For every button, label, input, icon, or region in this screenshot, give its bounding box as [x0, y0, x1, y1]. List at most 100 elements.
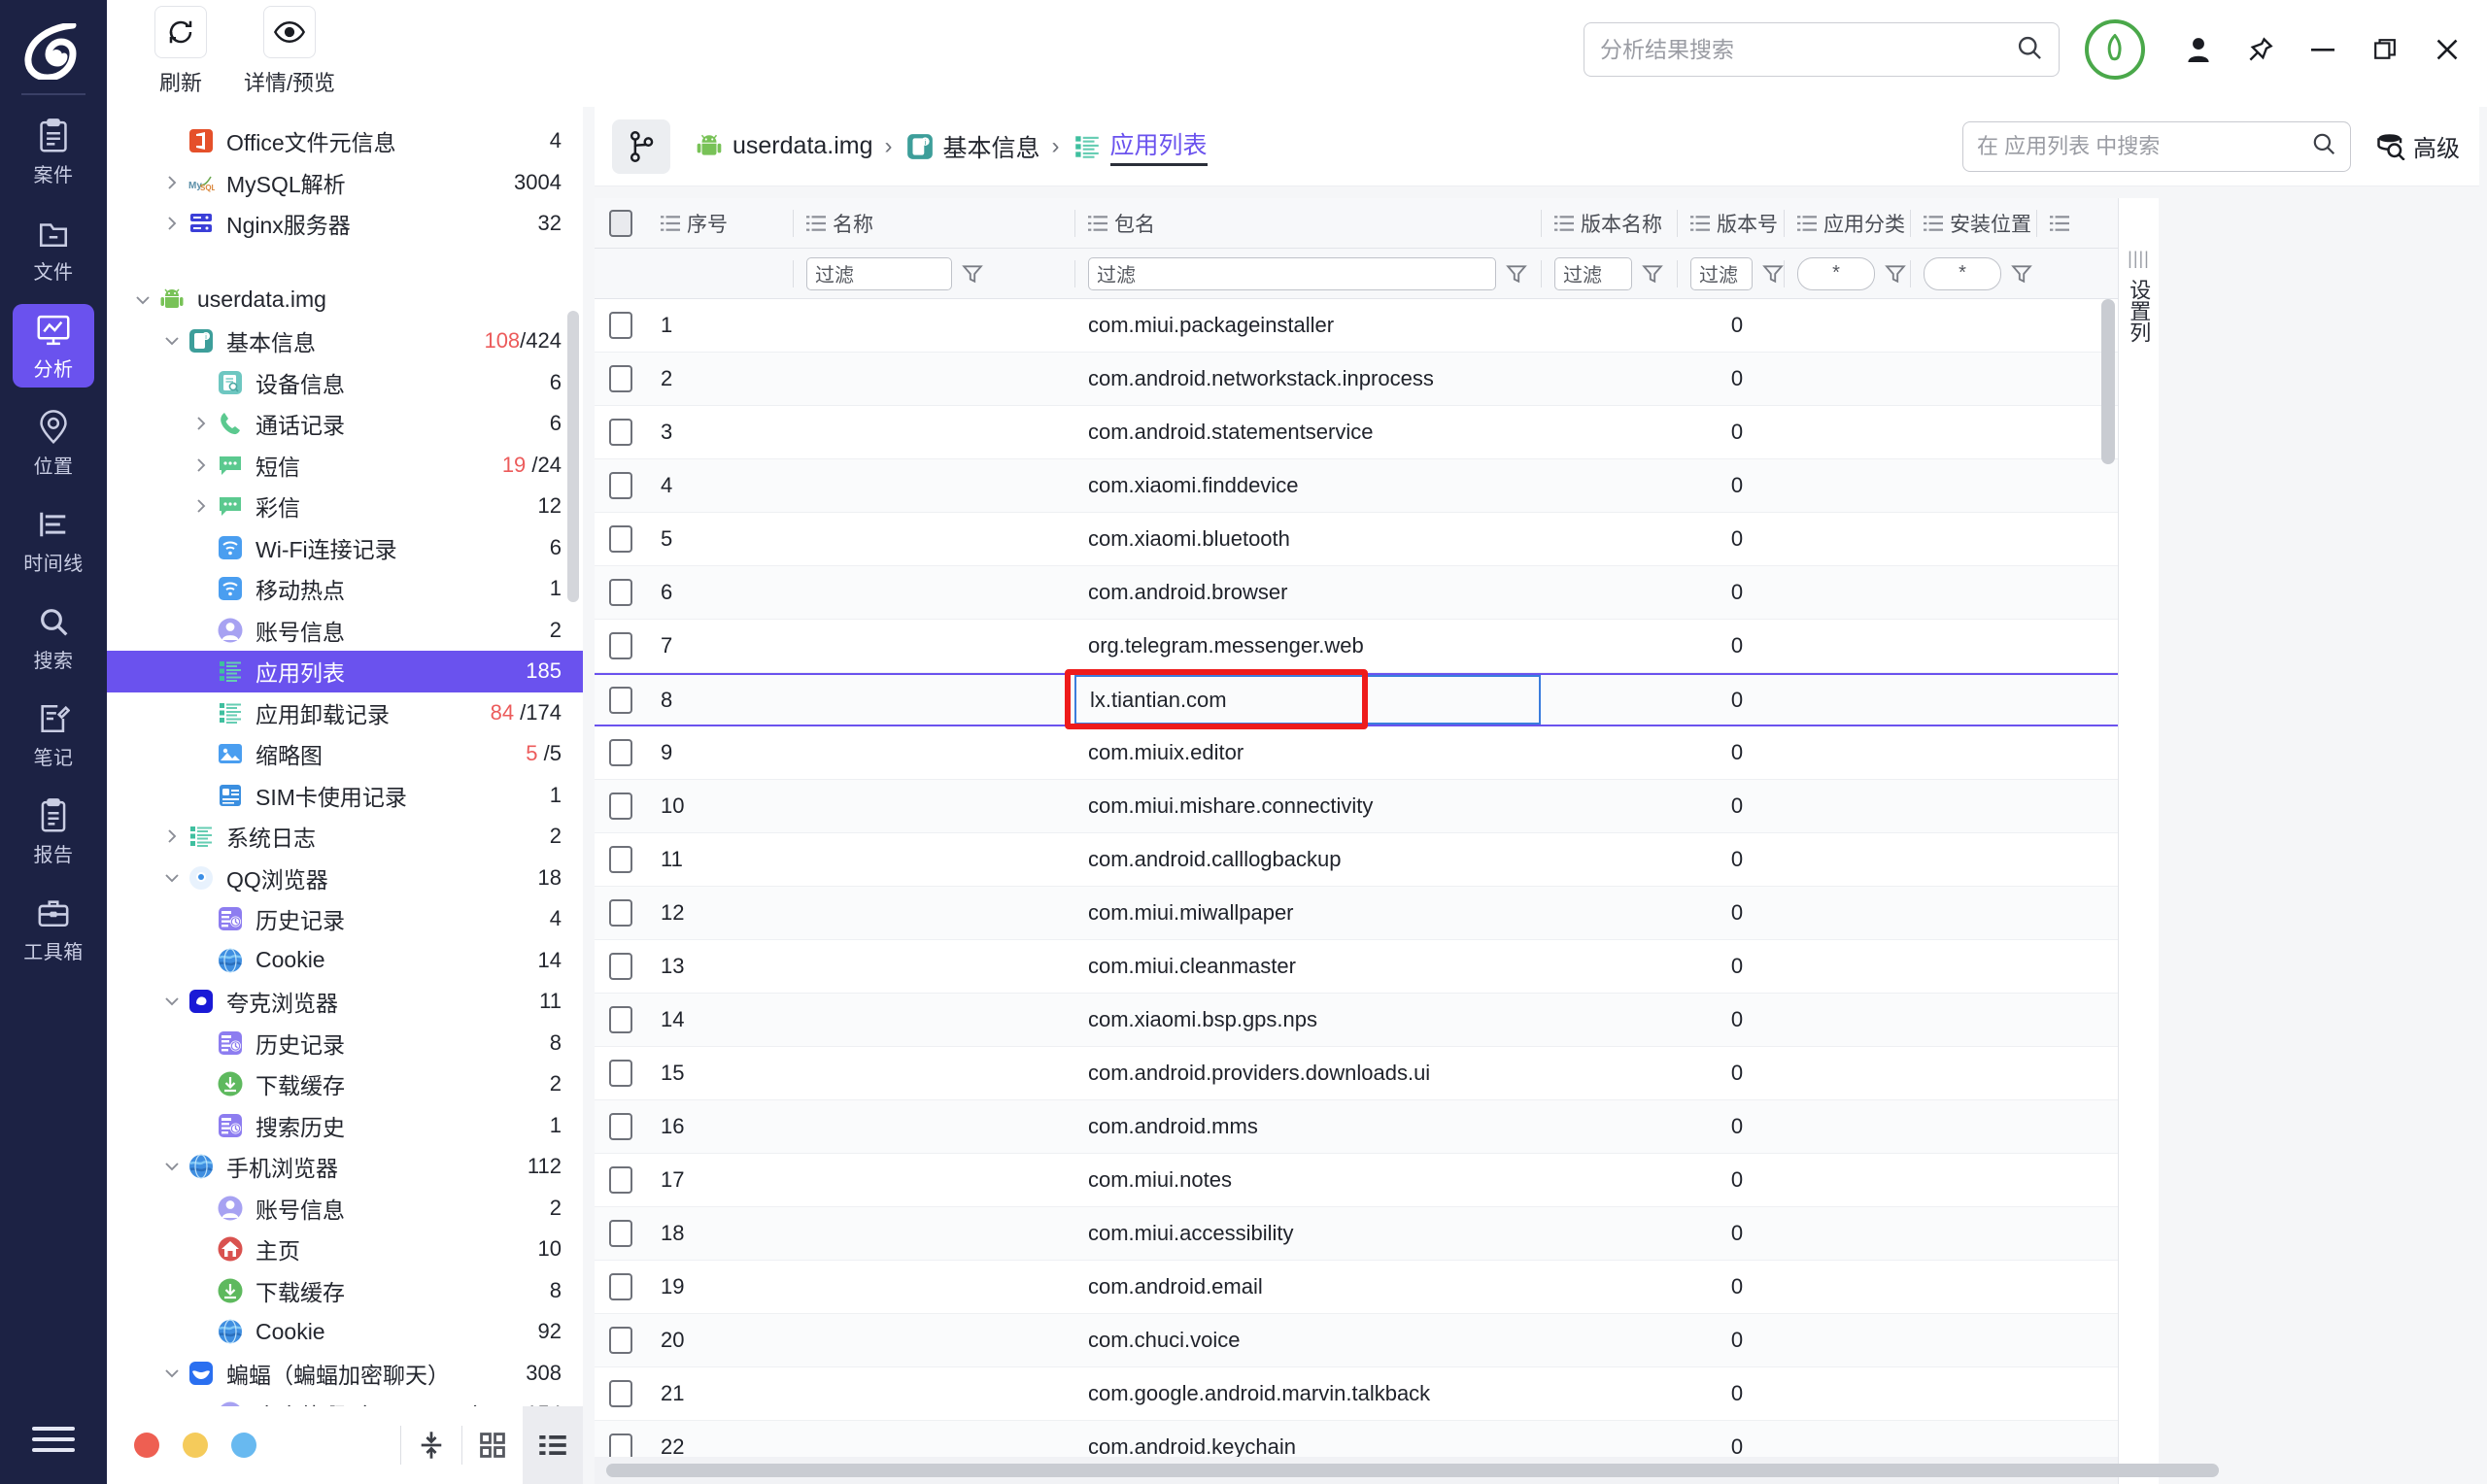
- cell-location[interactable]: [1910, 1047, 2036, 1100]
- cell-more[interactable]: [2036, 620, 2075, 673]
- checkbox-icon[interactable]: [609, 1273, 632, 1300]
- row-checkbox[interactable]: [595, 1327, 647, 1354]
- column-menu-icon[interactable]: [1088, 215, 1107, 232]
- row-checkbox[interactable]: [595, 1113, 647, 1140]
- cell-seq[interactable]: 1: [647, 299, 793, 353]
- checkbox-icon[interactable]: [609, 209, 632, 237]
- cell-seq[interactable]: 5: [647, 513, 793, 566]
- column-header-seq[interactable]: 序号: [647, 198, 793, 249]
- cell-category[interactable]: [1784, 887, 1910, 940]
- cell-vername[interactable]: [1541, 726, 1677, 780]
- cell-vercode[interactable]: 0: [1677, 726, 1784, 780]
- sidebar-item-files[interactable]: 文件: [13, 207, 94, 290]
- cell-vername[interactable]: [1541, 1314, 1677, 1367]
- cell-more[interactable]: [2036, 994, 2075, 1047]
- checkbox-icon[interactable]: [609, 1006, 632, 1033]
- cell-vercode[interactable]: 0: [1677, 887, 1784, 940]
- user-icon[interactable]: [2184, 35, 2213, 64]
- cell-vername[interactable]: [1541, 1207, 1677, 1261]
- chevron-down-icon[interactable]: [157, 992, 187, 1011]
- filter-funnel-icon-vername[interactable]: [1642, 263, 1663, 285]
- breadcrumb-segment-3[interactable]: 应用列表: [1072, 126, 1208, 166]
- cell-name[interactable]: [793, 833, 1074, 887]
- checkbox-icon[interactable]: [609, 953, 632, 980]
- cell-name[interactable]: [793, 726, 1074, 780]
- row-checkbox[interactable]: [595, 472, 647, 499]
- cell-more[interactable]: [2036, 940, 2075, 994]
- tree-item[interactable]: 历史记录 8: [107, 1023, 583, 1064]
- filter-input-location[interactable]: *: [1924, 256, 2001, 290]
- search-icon[interactable]: [2016, 34, 2043, 66]
- branch-icon[interactable]: [612, 118, 670, 174]
- cell-location[interactable]: [1910, 887, 2036, 940]
- checkbox-icon[interactable]: [609, 793, 632, 820]
- cell-location[interactable]: [1910, 833, 2036, 887]
- column-menu-icon[interactable]: [1690, 215, 1710, 232]
- cell-category[interactable]: [1784, 566, 1910, 620]
- cell-pkg[interactable]: com.android.email: [1074, 1261, 1541, 1314]
- table-row[interactable]: 12 com.miui.miwallpaper 0: [595, 887, 2118, 940]
- table-row[interactable]: 5 com.xiaomi.bluetooth 0: [595, 513, 2118, 566]
- cell-pkg[interactable]: com.android.mms: [1074, 1100, 1541, 1154]
- cell-pkg[interactable]: com.miui.notes: [1074, 1154, 1541, 1207]
- restore-icon[interactable]: [2370, 35, 2400, 64]
- row-checkbox[interactable]: [595, 632, 647, 659]
- chevron-right-icon[interactable]: [157, 214, 187, 233]
- filter-funnel-icon-pkg[interactable]: [1506, 263, 1527, 285]
- table-row[interactable]: 4 com.xiaomi.finddevice 0: [595, 459, 2118, 513]
- cell-pkg[interactable]: com.android.providers.downloads.ui: [1074, 1047, 1541, 1100]
- chevron-right-icon[interactable]: [157, 826, 187, 846]
- tree-item[interactable]: Cookie 92: [107, 1311, 583, 1353]
- cell-name[interactable]: [793, 994, 1074, 1047]
- cell-more[interactable]: [2036, 566, 2075, 620]
- cell-more[interactable]: [2036, 1367, 2075, 1421]
- details-preview-button[interactable]: 详情/预览: [235, 6, 344, 97]
- cell-category[interactable]: [1784, 353, 1910, 406]
- table-search-box[interactable]: [1962, 120, 2351, 172]
- cell-location[interactable]: [1910, 726, 2036, 780]
- checkbox-icon[interactable]: [609, 312, 632, 339]
- cell-seq[interactable]: 17: [647, 1154, 793, 1207]
- cell-category[interactable]: [1784, 406, 1910, 459]
- column-header-more[interactable]: [2036, 198, 2075, 249]
- cell-location[interactable]: [1910, 780, 2036, 833]
- table-row[interactable]: 21 com.google.android.marvin.talkback 0: [595, 1367, 2118, 1421]
- cell-pkg[interactable]: lx.tiantian.com: [1074, 673, 1541, 726]
- cell-name[interactable]: [793, 887, 1074, 940]
- cell-vercode[interactable]: 0: [1677, 673, 1784, 726]
- sidebar-item-notes[interactable]: 笔记: [13, 692, 94, 776]
- cell-seq[interactable]: 19: [647, 1261, 793, 1314]
- table-horizontal-scroll-track[interactable]: [595, 1457, 2219, 1484]
- cell-pkg[interactable]: com.miui.mishare.connectivity: [1074, 780, 1541, 833]
- checkbox-icon[interactable]: [609, 739, 632, 766]
- cell-vername[interactable]: [1541, 1047, 1677, 1100]
- tree-scrollbar[interactable]: [567, 311, 579, 602]
- checkbox-icon[interactable]: [609, 632, 632, 659]
- sidebar-item-cases[interactable]: 案件: [13, 110, 94, 193]
- cell-vername[interactable]: [1541, 1100, 1677, 1154]
- chevron-down-icon[interactable]: [157, 1157, 187, 1176]
- chevron-down-icon[interactable]: [187, 1404, 216, 1406]
- filter-input-vercode[interactable]: 过滤: [1690, 256, 1753, 290]
- table-row[interactable]: 2 com.android.networkstack.inprocess 0: [595, 353, 2118, 406]
- tree-item[interactable]: 小小倩啊（265048 44） 154: [107, 1394, 583, 1406]
- cell-category[interactable]: [1784, 994, 1910, 1047]
- tree-item[interactable]: Office文件元信息 4: [107, 120, 583, 162]
- cell-seq[interactable]: 4: [647, 459, 793, 513]
- cell-pkg[interactable]: com.miui.miwallpaper: [1074, 887, 1541, 940]
- sidebar-item-timeline[interactable]: 时间线: [13, 498, 94, 582]
- checkbox-icon[interactable]: [609, 686, 632, 714]
- cell-vercode[interactable]: 0: [1677, 994, 1784, 1047]
- row-checkbox[interactable]: [595, 1380, 647, 1407]
- cell-category[interactable]: [1784, 459, 1910, 513]
- cell-name[interactable]: [793, 1154, 1074, 1207]
- filter-funnel-icon-name[interactable]: [962, 263, 983, 285]
- table-row[interactable]: 14 com.xiaomi.bsp.gps.nps 0: [595, 994, 2118, 1047]
- cell-name[interactable]: [793, 780, 1074, 833]
- settings-column-button[interactable]: |||| 设置列: [2118, 198, 2159, 1484]
- status-badge[interactable]: [2085, 19, 2145, 80]
- row-checkbox[interactable]: [595, 953, 647, 980]
- cell-location[interactable]: [1910, 1154, 2036, 1207]
- cell-vername[interactable]: [1541, 994, 1677, 1047]
- cell-vercode[interactable]: 0: [1677, 1047, 1784, 1100]
